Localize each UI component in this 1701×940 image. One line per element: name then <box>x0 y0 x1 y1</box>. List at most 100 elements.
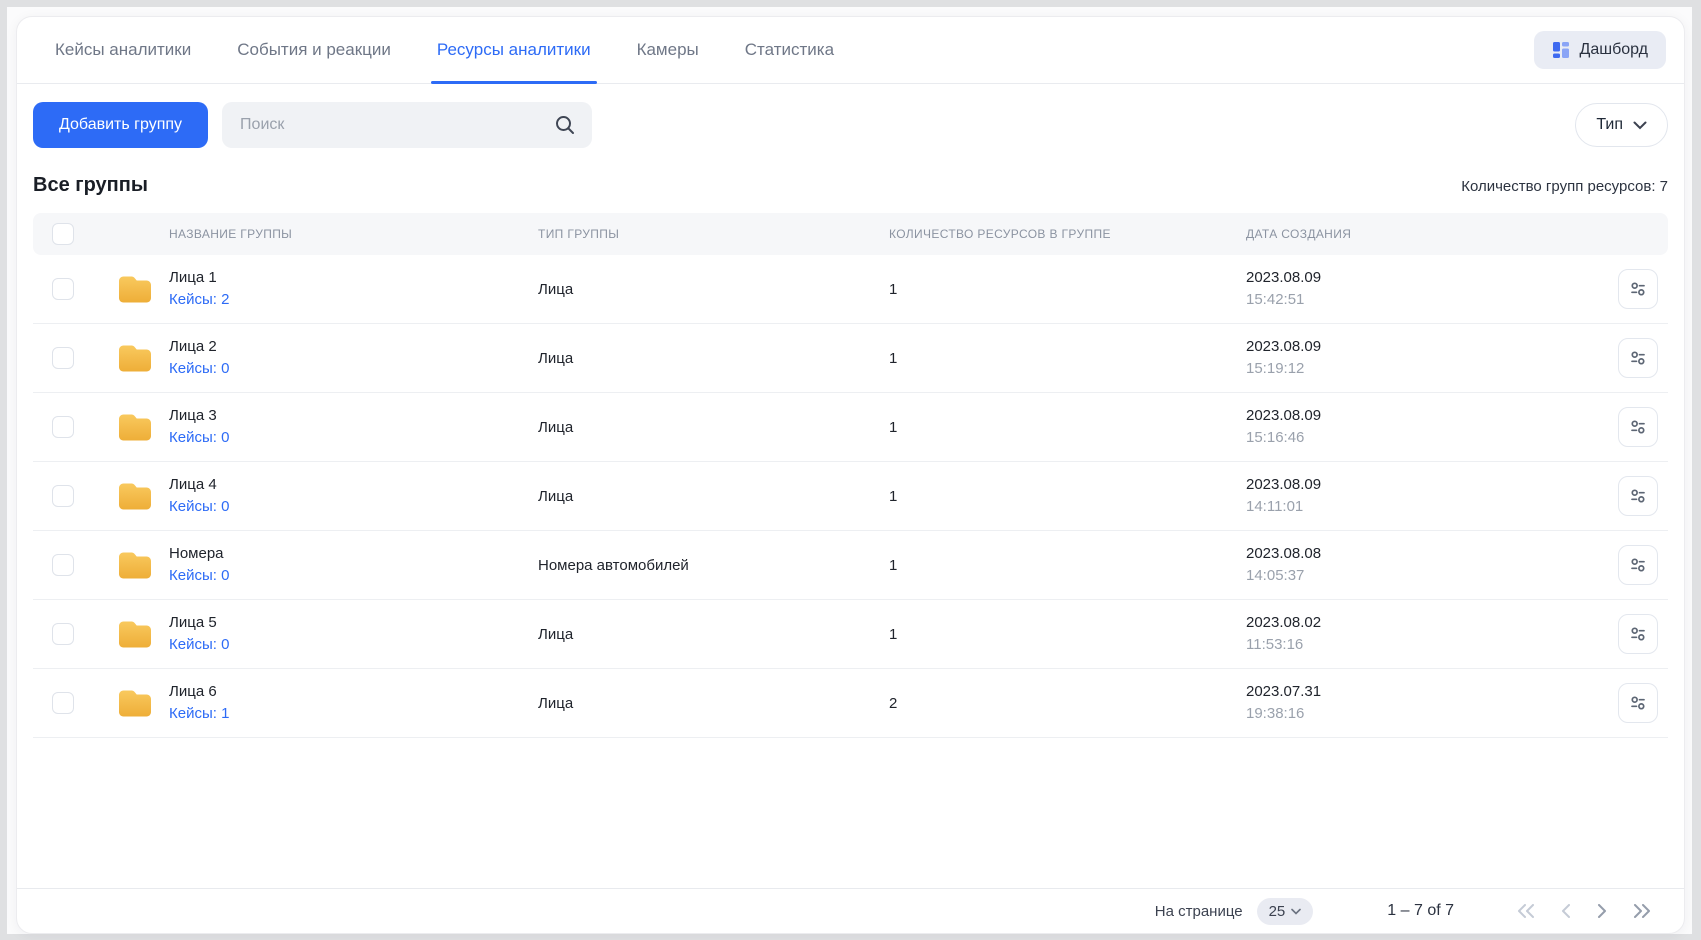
groups-count-label: Количество групп ресурсов: 7 <box>1461 178 1668 195</box>
resource-count: 1 <box>889 350 1246 367</box>
page-range-label: 1 – 7 of 7 <box>1387 902 1454 920</box>
dashboard-button[interactable]: Дашборд <box>1534 31 1667 69</box>
table-row: Лица 1 Кейсы: 2 Лица 1 2023.08.09 15:42:… <box>33 255 1668 324</box>
folder-icon <box>117 688 153 719</box>
section-head: Все группы Количество групп ресурсов: 7 <box>17 148 1684 213</box>
group-type: Лица <box>538 419 889 436</box>
created-time: 14:05:37 <box>1246 565 1608 588</box>
group-type: Лица <box>538 350 889 367</box>
row-settings-button[interactable] <box>1618 476 1658 516</box>
pagination-bar: На странице 25 1 – 7 of 7 <box>17 888 1684 933</box>
double-chevron-left-icon <box>1516 904 1536 918</box>
row-checkbox[interactable] <box>52 692 74 714</box>
toolbar: Добавить группу Тип <box>17 84 1684 148</box>
group-type: Лица <box>538 695 889 712</box>
cases-link[interactable]: Кейсы: 0 <box>169 634 229 656</box>
row-checkbox[interactable] <box>52 416 74 438</box>
created-date: 2023.08.02 <box>1246 612 1608 635</box>
created-time: 11:53:16 <box>1246 634 1608 657</box>
resource-count: 1 <box>889 626 1246 643</box>
group-name: Лица 6 <box>169 681 229 703</box>
created-date: 2023.08.09 <box>1246 474 1608 497</box>
created-time: 15:42:51 <box>1246 289 1608 312</box>
dashboard-grid-icon <box>1552 41 1570 59</box>
pager-controls <box>1514 902 1654 920</box>
per-page-value: 25 <box>1269 903 1286 920</box>
folder-icon <box>117 550 153 581</box>
table-row: Лица 3 Кейсы: 0 Лица 1 2023.08.09 15:16:… <box>33 393 1668 462</box>
cases-link[interactable]: Кейсы: 2 <box>169 289 229 311</box>
content-card: Кейсы аналитики События и реакции Ресурс… <box>16 16 1685 934</box>
row-settings-button[interactable] <box>1618 269 1658 309</box>
group-type: Лица <box>538 626 889 643</box>
per-page-dropdown[interactable]: 25 <box>1257 898 1314 925</box>
created-date: 2023.08.08 <box>1246 543 1608 566</box>
cases-link[interactable]: Кейсы: 0 <box>169 496 229 518</box>
row-checkbox[interactable] <box>52 347 74 369</box>
tab-cameras[interactable]: Камеры <box>635 17 701 83</box>
row-checkbox[interactable] <box>52 278 74 300</box>
table-row: Лица 2 Кейсы: 0 Лица 1 2023.08.09 15:19:… <box>33 324 1668 393</box>
resource-count: 1 <box>889 419 1246 436</box>
search-box <box>222 102 592 148</box>
created-time: 14:11:01 <box>1246 496 1608 519</box>
cases-link[interactable]: Кейсы: 0 <box>169 358 229 380</box>
tabs-bar: Кейсы аналитики События и реакции Ресурс… <box>17 17 1684 84</box>
page-title: Все группы <box>33 174 148 197</box>
select-all-checkbox[interactable] <box>52 223 74 245</box>
cases-link[interactable]: Кейсы: 0 <box>169 427 229 449</box>
resource-count: 1 <box>889 281 1246 298</box>
tab-statistics[interactable]: Статистика <box>743 17 836 83</box>
first-page-button[interactable] <box>1514 902 1538 920</box>
type-filter-label: Тип <box>1596 116 1623 134</box>
resource-count: 2 <box>889 695 1246 712</box>
header-group-name: НАЗВАНИЕ ГРУППЫ <box>93 227 538 241</box>
row-settings-button[interactable] <box>1618 683 1658 723</box>
row-settings-button[interactable] <box>1618 338 1658 378</box>
header-checkbox-cell <box>33 223 93 245</box>
group-name: Лица 5 <box>169 612 229 634</box>
created-time: 19:38:16 <box>1246 703 1608 726</box>
cases-link[interactable]: Кейсы: 0 <box>169 565 229 587</box>
cases-link[interactable]: Кейсы: 1 <box>169 703 229 725</box>
folder-icon <box>117 619 153 650</box>
row-settings-button[interactable] <box>1618 545 1658 585</box>
row-checkbox[interactable] <box>52 623 74 645</box>
chevron-down-icon <box>1633 121 1647 130</box>
header-group-type: ТИП ГРУППЫ <box>538 227 889 241</box>
add-group-button[interactable]: Добавить группу <box>33 102 208 148</box>
search-input[interactable] <box>222 102 592 148</box>
tab-analytics-cases[interactable]: Кейсы аналитики <box>53 17 193 83</box>
table-header-row: НАЗВАНИЕ ГРУППЫ ТИП ГРУППЫ КОЛИЧЕСТВО РЕ… <box>33 213 1668 255</box>
next-page-button[interactable] <box>1594 902 1610 920</box>
row-settings-button[interactable] <box>1618 614 1658 654</box>
tab-events-reactions[interactable]: События и реакции <box>235 17 393 83</box>
tab-analytics-resources[interactable]: Ресурсы аналитики <box>435 17 593 83</box>
table-row: Лица 6 Кейсы: 1 Лица 2 2023.07.31 19:38:… <box>33 669 1668 738</box>
previous-page-button[interactable] <box>1558 902 1574 920</box>
group-name: Лица 1 <box>169 267 229 289</box>
created-date: 2023.08.09 <box>1246 267 1608 290</box>
app-window: Кейсы аналитики События и реакции Ресурс… <box>0 0 1701 940</box>
created-date: 2023.08.09 <box>1246 336 1608 359</box>
type-filter-dropdown[interactable]: Тип <box>1575 103 1668 147</box>
row-checkbox[interactable] <box>52 485 74 507</box>
row-checkbox[interactable] <box>52 554 74 576</box>
group-type: Лица <box>538 488 889 505</box>
folder-icon <box>117 481 153 512</box>
row-settings-button[interactable] <box>1618 407 1658 447</box>
group-name: Номера <box>169 543 229 565</box>
group-name: Лица 3 <box>169 405 229 427</box>
table-row: Лица 4 Кейсы: 0 Лица 1 2023.08.09 14:11:… <box>33 462 1668 531</box>
table-row: Лица 5 Кейсы: 0 Лица 1 2023.08.02 11:53:… <box>33 600 1668 669</box>
groups-table: НАЗВАНИЕ ГРУППЫ ТИП ГРУППЫ КОЛИЧЕСТВО РЕ… <box>17 213 1684 738</box>
group-name: Лица 2 <box>169 336 229 358</box>
chevron-right-icon <box>1596 904 1608 918</box>
chevron-left-icon <box>1560 904 1572 918</box>
table-row: Номера Кейсы: 0 Номера автомобилей 1 202… <box>33 531 1668 600</box>
last-page-button[interactable] <box>1630 902 1654 920</box>
created-time: 15:19:12 <box>1246 358 1608 381</box>
group-type: Лица <box>538 281 889 298</box>
resource-count: 1 <box>889 557 1246 574</box>
search-icon <box>554 114 576 136</box>
